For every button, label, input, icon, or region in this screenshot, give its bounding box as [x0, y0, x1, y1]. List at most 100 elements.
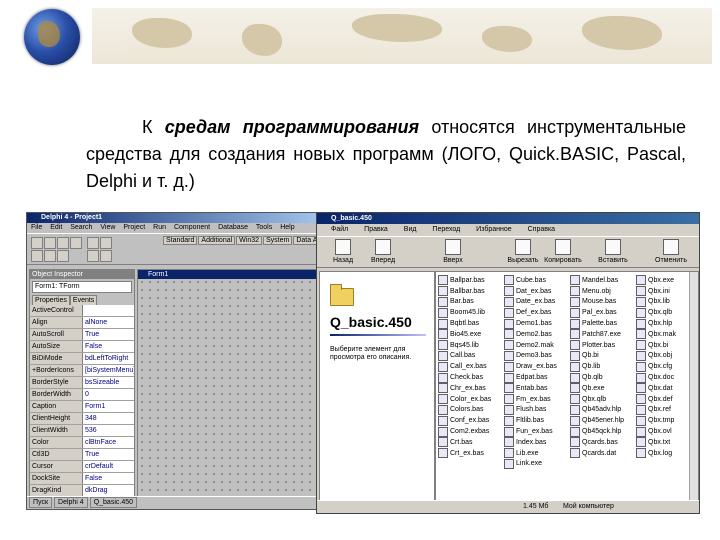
file-item[interactable]: Mandel.bas [568, 275, 634, 286]
file-item[interactable]: Color_ex.bas [436, 394, 502, 405]
property-row[interactable]: ClientHeight 348 [30, 413, 134, 425]
file-item[interactable]: Def_ex.bas [502, 307, 568, 318]
property-value[interactable]: Form1 [83, 401, 134, 412]
property-row[interactable]: Ctl3D True [30, 449, 134, 461]
file-item[interactable]: Crt_ex.bas [436, 448, 502, 459]
form-designer[interactable]: Form1 [137, 269, 329, 497]
file-item[interactable]: Demo1.bas [502, 318, 568, 329]
file-item[interactable]: Call.bas [436, 350, 502, 362]
property-row[interactable]: AutoSize False [30, 341, 134, 353]
property-value[interactable]: 536 [83, 425, 134, 436]
file-item[interactable]: Qb45adv.hlp [568, 404, 634, 416]
file-item[interactable]: Cube.bas [502, 275, 568, 286]
property-value[interactable]: 348 [83, 413, 134, 424]
property-value[interactable]: False [83, 473, 134, 484]
property-value[interactable]: False [83, 341, 134, 352]
file-item[interactable]: Flush.bas [502, 404, 568, 416]
property-row[interactable]: BiDiMode bdLeftToRight [30, 353, 134, 365]
taskbar-item[interactable]: Q_basic.450 [89, 497, 138, 508]
explorer-menu-item[interactable]: Вид [404, 226, 417, 233]
property-row[interactable]: BorderStyle bsSizeable [30, 377, 134, 389]
file-item[interactable]: Colors.bas [436, 404, 502, 416]
file-item[interactable]: Crt.bas [436, 437, 502, 448]
up-button[interactable]: Вверх [433, 239, 473, 264]
file-item[interactable]: Bio45.exe [436, 329, 502, 340]
file-item[interactable]: Qb.lib [568, 361, 634, 372]
file-item[interactable]: Qbx.qlb [634, 307, 684, 318]
save-all-icon[interactable] [70, 237, 82, 249]
file-item[interactable]: Palette.bas [568, 318, 634, 329]
file-item[interactable]: Date_ex.bas [502, 296, 568, 308]
property-row[interactable]: DockSite False [30, 473, 134, 485]
pause-icon[interactable] [100, 237, 112, 249]
file-item[interactable]: Qb.qlb [568, 372, 634, 383]
file-item[interactable]: Bar.bas [436, 296, 502, 308]
property-value[interactable]: 0 [83, 389, 134, 400]
inspector-object-select[interactable]: Form1: TForm [32, 281, 132, 293]
property-row[interactable]: ClientWidth 536 [30, 425, 134, 437]
file-item[interactable]: Chr_ex.bas [436, 383, 502, 394]
file-item[interactable]: Qbx.ovl [634, 426, 684, 437]
property-row[interactable]: BorderWidth 0 [30, 389, 134, 401]
property-value[interactable]: True [83, 329, 134, 340]
delphi-menu-item[interactable]: Component [174, 224, 210, 231]
file-item[interactable]: Fun_ex.bas [502, 426, 568, 437]
cut-button[interactable]: Вырезать [503, 239, 543, 264]
delphi-menu-item[interactable]: Tools [256, 224, 272, 231]
step-icon[interactable] [100, 250, 112, 262]
file-item[interactable]: Index.bas [502, 437, 568, 448]
delphi-menu-item[interactable]: View [100, 224, 115, 231]
property-row[interactable]: Cursor crDefault [30, 461, 134, 473]
palette-tab[interactable]: Standard [163, 236, 198, 245]
file-item[interactable]: Qbx.dat [634, 383, 684, 394]
toggle-icon[interactable] [57, 250, 69, 262]
file-item[interactable]: Qbx.qlb [568, 394, 634, 405]
palette-tab[interactable]: Win32 [236, 236, 263, 245]
file-item[interactable]: Qb45ener.hlp [568, 415, 634, 426]
file-item[interactable]: Lib.exe [502, 448, 568, 459]
forward-button[interactable]: Вперед [363, 239, 403, 264]
explorer-menu-item[interactable]: Избранное [476, 226, 511, 233]
delphi-menu-item[interactable]: Database [218, 224, 248, 231]
explorer-menu-item[interactable]: Файл [331, 226, 348, 233]
file-item[interactable]: Qbx.tmp [634, 415, 684, 426]
file-item[interactable]: Qbx.hlp [634, 318, 684, 329]
file-item[interactable]: Menu.obj [568, 286, 634, 297]
file-item[interactable]: Ballbar.bas [436, 286, 502, 297]
form-icon[interactable] [44, 250, 56, 262]
file-item[interactable]: Entab.bas [502, 383, 568, 394]
file-item[interactable]: Call_ex.bas [436, 361, 502, 372]
property-value[interactable]: alNone [83, 317, 134, 328]
file-item[interactable]: Qbx.doc [634, 372, 684, 383]
property-value[interactable]: [biSystemMenu] [83, 365, 134, 376]
file-item[interactable]: Draw_ex.bas [502, 361, 568, 372]
trace-icon[interactable] [87, 250, 99, 262]
file-item[interactable]: Pal_ex.bas [568, 307, 634, 318]
delphi-menu-item[interactable]: Search [70, 224, 92, 231]
file-item[interactable]: Qbx.obj [634, 350, 684, 362]
delphi-menu-item[interactable]: Edit [50, 224, 62, 231]
file-item[interactable]: Qbx.bi [634, 340, 684, 351]
file-item[interactable]: Qbx.cfg [634, 361, 684, 372]
property-value[interactable]: bsSizeable [83, 377, 134, 388]
file-item[interactable]: Edpat.bas [502, 372, 568, 383]
property-value[interactable] [83, 305, 134, 316]
delphi-menu-item[interactable]: Run [153, 224, 166, 231]
file-item[interactable]: Qbx.ini [634, 286, 684, 297]
delphi-menu-item[interactable]: Project [123, 224, 145, 231]
property-value[interactable]: bdLeftToRight [83, 353, 134, 364]
file-item[interactable]: Mouse.bas [568, 296, 634, 308]
file-item[interactable]: Check.bas [436, 372, 502, 383]
property-row[interactable]: Align alNone [30, 317, 134, 329]
undo-button[interactable]: Отменить [651, 239, 691, 264]
open-icon[interactable] [44, 237, 56, 249]
file-item[interactable]: Qbx.log [634, 448, 684, 459]
file-item[interactable]: Qbx.exe [634, 275, 684, 286]
file-item[interactable]: Demo2.bas [502, 329, 568, 340]
property-row[interactable]: Color clBtnFace [30, 437, 134, 449]
vertical-scrollbar[interactable] [689, 272, 698, 500]
file-item[interactable]: Dat_ex.bas [502, 286, 568, 297]
file-item[interactable]: Boom45.lib [436, 307, 502, 318]
file-item[interactable]: Demo3.bas [502, 350, 568, 362]
file-item[interactable]: Qb.bi [568, 350, 634, 362]
